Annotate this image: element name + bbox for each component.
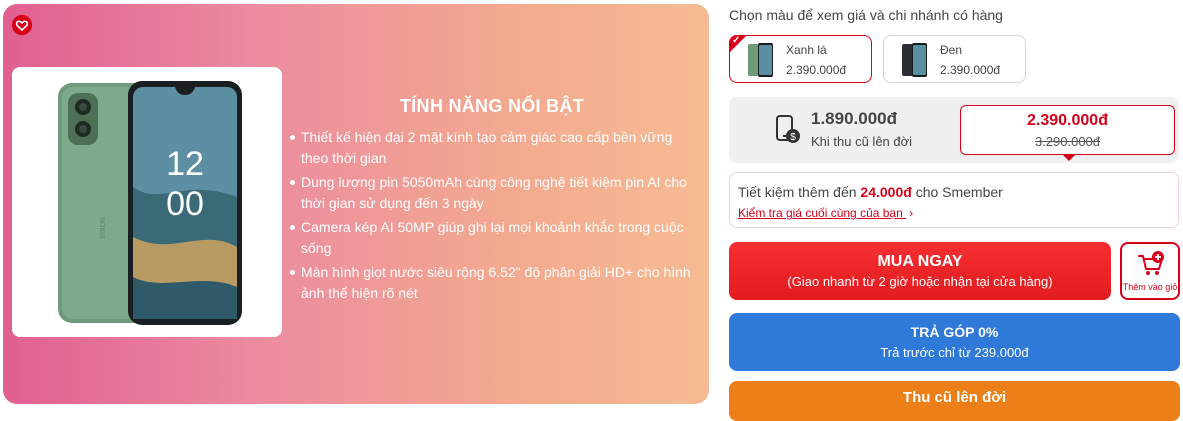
features-title: TÍNH NĂNG NỔI BẬT: [399, 96, 585, 116]
buy-now-sublabel: (Giao nhanh từ 2 giờ hoặc nhận tại cửa h…: [787, 274, 1053, 289]
green-phone-thumbnail: [748, 43, 773, 77]
phone-back-brand: NOKIA: [98, 217, 105, 239]
smember-promo: Tiết kiệm thêm đến 24.000đ cho Smember K…: [729, 172, 1179, 228]
feature-item: Thiết kế hiện đại 2 mặt kính tạo cảm giá…: [287, 127, 697, 169]
feature-item: Camera kép AI 50MP giúp ghi lại mọi khoả…: [287, 217, 697, 259]
features-banner: NOKIA 12 00 TÍNH NĂNG NỔI BẬT Thiết kế h…: [3, 4, 709, 404]
phone-clock-minute: 00: [166, 185, 204, 223]
buy-now-button[interactable]: MUA NGAY (Giao nhanh từ 2 giờ hoặc nhận …: [729, 242, 1111, 300]
color-name: Đen: [940, 43, 963, 57]
color-name: Xanh lá: [786, 43, 827, 57]
current-price: 2.390.000đ: [1027, 112, 1108, 129]
promo-amount: 24.000đ: [860, 184, 912, 200]
check-final-price-label: Kiểm tra giá cuối cùng của bạn: [738, 206, 903, 220]
heart-icon[interactable]: [11, 14, 33, 36]
installment-label: TRẢ GÓP 0%: [910, 324, 999, 340]
phone-image: NOKIA 12 00: [58, 81, 242, 325]
promo-suffix: cho Smember: [915, 184, 1003, 200]
price-box: $ 1.890.000đ Khi thu cũ lên đời 2.390.00…: [729, 97, 1179, 163]
current-price-box[interactable]: 2.390.000đ 3.290.000đ: [960, 105, 1175, 161]
phone-clock-hour: 12: [166, 145, 204, 183]
trade-in-label: Khi thu cũ lên đời: [811, 134, 913, 149]
color-price: 2.390.000đ: [786, 63, 847, 77]
promo-prefix: Tiết kiệm thêm đến: [738, 184, 857, 200]
purchase-panel: Chọn màu để xem giá và chi nhánh có hàng…: [729, 0, 1183, 421]
add-to-cart-label: Thêm vào giỏ: [1122, 282, 1178, 292]
add-to-cart-button[interactable]: Thêm vào giỏ: [1120, 242, 1180, 300]
feature-item: Màn hình giọt nước siêu rộng 6.52" độ ph…: [287, 262, 697, 304]
trade-in-button[interactable]: Thu cũ lên đời: [729, 381, 1180, 421]
trade-in-price: 1.890.000đ: [811, 109, 898, 128]
trade-in-phone-icon: $: [776, 115, 800, 143]
black-phone-thumbnail: [902, 43, 927, 77]
color-option-black[interactable]: Đen 2.390.000đ: [883, 35, 1026, 83]
chevron-right-icon: ›: [909, 206, 914, 220]
installment-button[interactable]: TRẢ GÓP 0% Trả trước chỉ từ 239.000đ: [729, 313, 1180, 371]
color-selector-title: Chọn màu để xem giá và chi nhánh có hàng: [729, 7, 1003, 23]
product-image-card: NOKIA 12 00: [12, 67, 282, 337]
features-list-section: TÍNH NĂNG NỔI BẬT Thiết kế hiện đại 2 mặ…: [287, 96, 697, 307]
trade-in-button-label: Thu cũ lên đời: [902, 389, 1007, 406]
installment-sublabel: Trả trước chỉ từ 239.000đ: [880, 345, 1029, 360]
promo-text: Tiết kiệm thêm đến 24.000đ cho Smember: [738, 184, 1003, 200]
feature-item: Dung lượng pin 5050mAh cùng công nghệ ti…: [287, 172, 697, 214]
old-price: 3.290.000đ: [1034, 134, 1101, 149]
buy-now-label: MUA NGAY: [877, 253, 963, 270]
svg-text:$: $: [790, 132, 796, 143]
cart-plus-icon: [1138, 251, 1164, 275]
features-list: Thiết kế hiện đại 2 mặt kính tạo cảm giá…: [287, 127, 697, 304]
check-icon: ✓: [732, 35, 741, 46]
color-price: 2.390.000đ: [940, 63, 1001, 77]
check-final-price-link[interactable]: Kiểm tra giá cuối cùng của bạn ›: [738, 206, 913, 220]
color-option-green[interactable]: ✓ Xanh lá 2.390.000đ: [729, 35, 872, 83]
